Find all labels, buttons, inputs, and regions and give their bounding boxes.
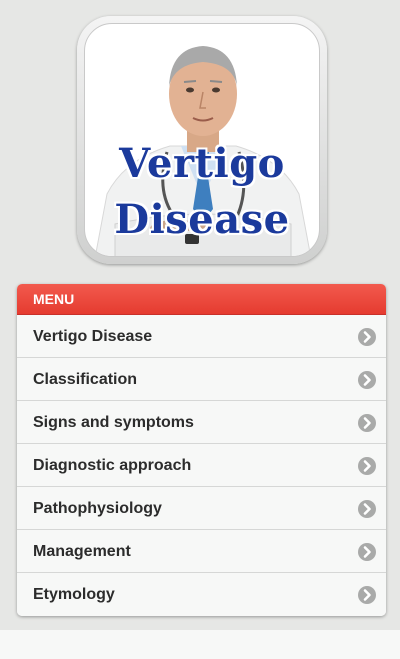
logo-title-line2: Disease xyxy=(114,196,290,243)
chevron-right-circle-icon xyxy=(358,414,376,432)
chevron-right-circle-icon xyxy=(358,371,376,389)
bottom-strip xyxy=(0,630,400,659)
app-logo: Vertigo Disease xyxy=(77,16,327,264)
logo-title-line1: Vertigo xyxy=(119,140,285,187)
menu-item-diagnostic-approach[interactable]: Diagnostic approach xyxy=(17,444,386,487)
menu-item-label: Classification xyxy=(33,371,138,388)
chevron-right-circle-icon xyxy=(358,586,376,604)
doctor-portrait-image: Vertigo Disease xyxy=(84,23,320,257)
menu-item-signs-and-symptoms[interactable]: Signs and symptoms xyxy=(17,401,386,444)
chevron-right-circle-icon xyxy=(358,543,376,561)
menu-item-label: Etymology xyxy=(33,586,115,603)
chevron-right-circle-icon xyxy=(358,457,376,475)
menu-item-etymology[interactable]: Etymology xyxy=(17,573,386,616)
app-screen: Vertigo Disease MENU Vertigo Disease Cla… xyxy=(0,0,400,630)
menu-item-label: Signs and symptoms xyxy=(33,414,194,431)
menu-header: MENU xyxy=(17,284,386,315)
chevron-right-circle-icon xyxy=(358,328,376,346)
menu-item-classification[interactable]: Classification xyxy=(17,358,386,401)
menu-item-vertigo-disease[interactable]: Vertigo Disease xyxy=(17,315,386,358)
menu-item-label: Diagnostic approach xyxy=(33,457,192,474)
menu-item-label: Vertigo Disease xyxy=(33,328,153,345)
menu-item-label: Pathophysiology xyxy=(33,500,162,517)
main-menu: MENU Vertigo Disease Classification Sign… xyxy=(17,284,386,616)
menu-item-label: Management xyxy=(33,543,131,560)
menu-item-pathophysiology[interactable]: Pathophysiology xyxy=(17,487,386,530)
chevron-right-circle-icon xyxy=(358,500,376,518)
menu-item-management[interactable]: Management xyxy=(17,530,386,573)
